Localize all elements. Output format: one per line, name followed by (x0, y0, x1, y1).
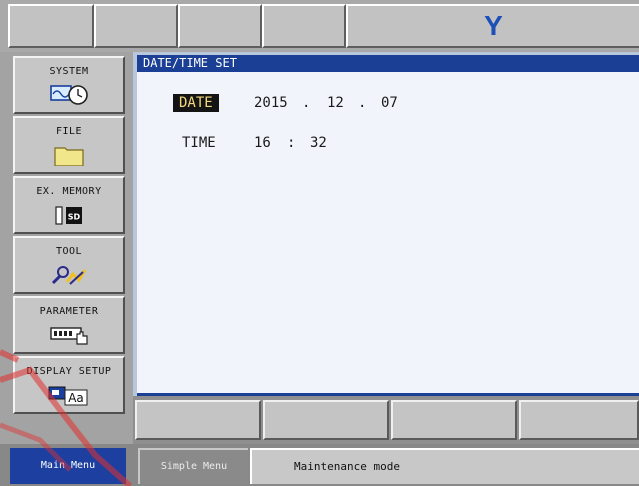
brand-logo: Y (346, 4, 639, 48)
top-tab-2[interactable] (94, 4, 178, 48)
top-tab-3[interactable] (178, 4, 262, 48)
simple-menu-button[interactable]: Simple Menu (138, 448, 248, 484)
sidebar-item-display-setup[interactable]: DISPLAY SETUP Aa (13, 356, 125, 414)
sidebar-item-label: TOOL (55, 246, 83, 257)
date-day-value[interactable]: 07 (381, 94, 398, 112)
function-button-1[interactable] (135, 400, 261, 440)
time-minute-value[interactable]: 32 (310, 134, 327, 152)
main-menu-button[interactable]: Main Menu (10, 448, 126, 484)
parameter-hand-icon (50, 327, 88, 345)
sidebar-item-ex-memory[interactable]: EX. MEMORY SD (13, 176, 125, 234)
display-font-icon: Aa (48, 386, 88, 406)
date-time-form (137, 72, 639, 393)
function-button-4[interactable] (519, 400, 639, 440)
svg-text:SD: SD (68, 213, 81, 222)
top-tab-1[interactable] (8, 4, 94, 48)
function-button-2[interactable] (263, 400, 389, 440)
date-month-value[interactable]: 12 (327, 94, 344, 112)
sidebar-item-tool[interactable]: TOOL (13, 236, 125, 294)
sidebar-item-label: DISPLAY SETUP (26, 366, 112, 377)
sidebar-item-label: SYSTEM (49, 66, 89, 77)
sidebar-item-parameter[interactable]: PARAMETER (13, 296, 125, 354)
sidebar-item-label: EX. MEMORY (36, 186, 102, 197)
date-label: DATE (173, 94, 219, 112)
tool-wrench-icon (51, 266, 87, 285)
sidebar-item-file[interactable]: FILE (13, 116, 125, 174)
svg-text:Aa: Aa (68, 391, 84, 405)
sd-card-icon: SD (55, 206, 82, 225)
sidebar-item-label: FILE (55, 126, 83, 137)
mode-status: Maintenance mode (250, 448, 639, 484)
folder-icon (54, 147, 84, 166)
sidebar-item-system[interactable]: SYSTEM (13, 56, 125, 114)
time-label: TIME (182, 135, 216, 151)
date-separator: . (358, 95, 367, 111)
date-year-value[interactable]: 2015 (254, 94, 288, 112)
page-title: DATE/TIME SET (137, 55, 639, 72)
date-separator: . (302, 95, 311, 111)
top-tab-4[interactable] (262, 4, 346, 48)
sidebar-item-label: PARAMETER (39, 306, 99, 317)
time-separator: : (287, 135, 296, 151)
system-clock-icon (50, 85, 88, 105)
function-button-3[interactable] (391, 400, 517, 440)
time-hour-value[interactable]: 16 (254, 134, 271, 152)
